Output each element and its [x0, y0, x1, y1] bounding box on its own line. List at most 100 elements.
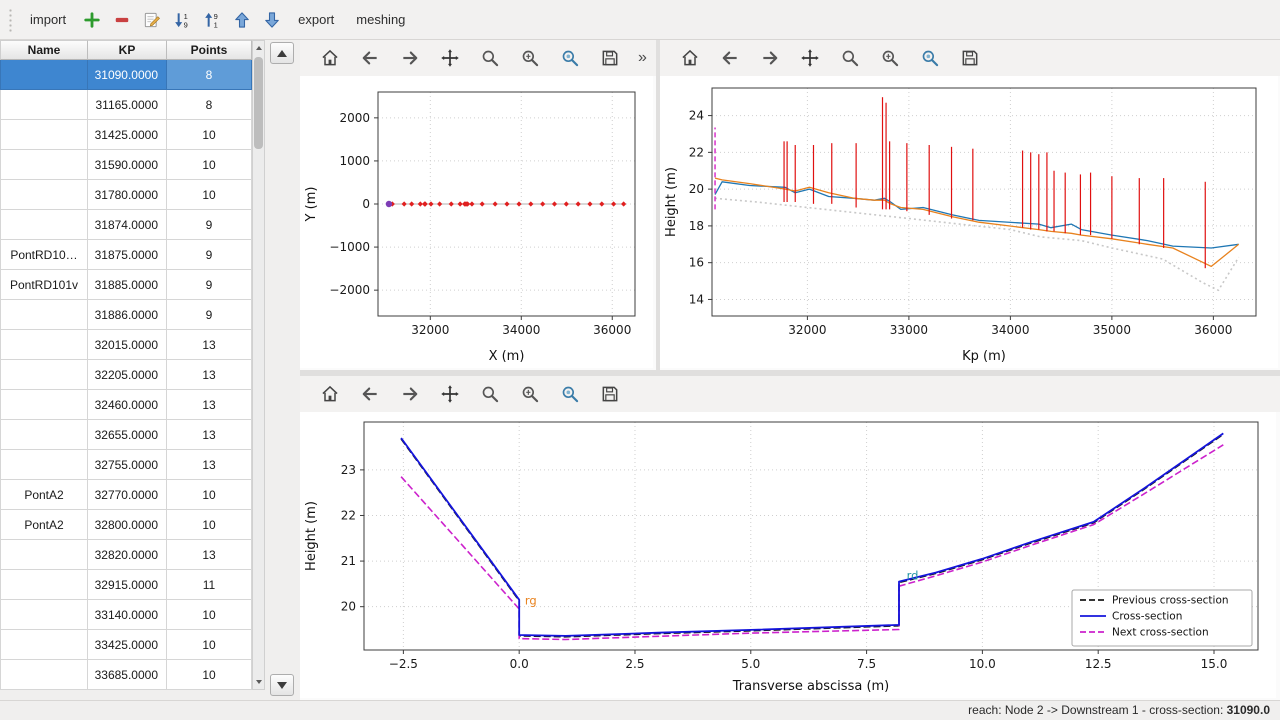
cell-name[interactable]	[0, 570, 88, 600]
table-row[interactable]: 31090.00008	[0, 60, 252, 90]
cell-name[interactable]	[0, 630, 88, 660]
menu-import[interactable]: import	[20, 7, 76, 32]
cell-name[interactable]	[0, 360, 88, 390]
cell-name[interactable]	[0, 120, 88, 150]
table-row[interactable]: 31886.00009	[0, 300, 252, 330]
cell-kp[interactable]: 31885.0000	[88, 270, 167, 300]
toolbar-overflow-button[interactable]: »	[636, 49, 649, 67]
cell-kp[interactable]: 31780.0000	[88, 180, 167, 210]
move-up-button[interactable]	[228, 6, 256, 34]
table-row[interactable]: 33425.000010	[0, 630, 252, 660]
table-row[interactable]: 33685.000010	[0, 660, 252, 690]
pan-button[interactable]	[796, 44, 824, 72]
cell-kp[interactable]: 32755.0000	[88, 450, 167, 480]
cell-kp[interactable]: 32820.0000	[88, 540, 167, 570]
save-button[interactable]	[956, 44, 984, 72]
cell-name[interactable]	[0, 90, 88, 120]
move-up-button[interactable]	[270, 42, 294, 64]
cell-points[interactable]: 13	[167, 420, 252, 450]
back-button[interactable]	[716, 44, 744, 72]
forward-button[interactable]	[396, 380, 424, 408]
cell-name[interactable]	[0, 180, 88, 210]
table-row[interactable]: 31874.00009	[0, 210, 252, 240]
table-row[interactable]: 32820.000013	[0, 540, 252, 570]
cell-points[interactable]: 13	[167, 390, 252, 420]
menu-export[interactable]: export	[288, 7, 344, 32]
table-row[interactable]: 31165.00008	[0, 90, 252, 120]
cell-points[interactable]: 13	[167, 450, 252, 480]
table-row[interactable]: 32915.000011	[0, 570, 252, 600]
cell-points[interactable]: 9	[167, 240, 252, 270]
cell-kp[interactable]: 31425.0000	[88, 120, 167, 150]
cell-kp[interactable]: 31874.0000	[88, 210, 167, 240]
zoom-button[interactable]	[476, 44, 504, 72]
cell-kp[interactable]: 32460.0000	[88, 390, 167, 420]
cell-points[interactable]: 10	[167, 630, 252, 660]
cell-name[interactable]	[0, 300, 88, 330]
cell-kp[interactable]: 33685.0000	[88, 660, 167, 690]
table-row[interactable]: 32460.000013	[0, 390, 252, 420]
cell-kp[interactable]: 33425.0000	[88, 630, 167, 660]
column-header-kp[interactable]: KP	[88, 40, 167, 60]
cell-kp[interactable]: 31090.0000	[88, 60, 167, 90]
menu-meshing[interactable]: meshing	[346, 7, 415, 32]
cell-points[interactable]: 9	[167, 270, 252, 300]
scrollbar-down-arrow-icon[interactable]	[253, 676, 264, 688]
customize-button[interactable]	[556, 44, 584, 72]
back-button[interactable]	[356, 44, 384, 72]
move-down-button[interactable]	[258, 6, 286, 34]
cell-points[interactable]: 11	[167, 570, 252, 600]
cell-kp[interactable]: 31590.0000	[88, 150, 167, 180]
cell-kp[interactable]: 32770.0000	[88, 480, 167, 510]
table-row[interactable]: 33140.000010	[0, 600, 252, 630]
subplots-button[interactable]	[516, 44, 544, 72]
scrollbar-thumb[interactable]	[254, 57, 263, 149]
cell-points[interactable]: 9	[167, 300, 252, 330]
cell-points[interactable]: 10	[167, 510, 252, 540]
zoom-button[interactable]	[476, 380, 504, 408]
customize-button[interactable]	[916, 44, 944, 72]
table-row[interactable]: 32755.000013	[0, 450, 252, 480]
cell-points[interactable]: 13	[167, 540, 252, 570]
cell-kp[interactable]: 32205.0000	[88, 360, 167, 390]
cell-name[interactable]: PontA2	[0, 510, 88, 540]
table-row[interactable]: 31425.000010	[0, 120, 252, 150]
cell-points[interactable]: 8	[167, 90, 252, 120]
table-scrollbar[interactable]	[252, 40, 265, 690]
subplots-button[interactable]	[876, 44, 904, 72]
customize-button[interactable]	[556, 380, 584, 408]
back-button[interactable]	[356, 380, 384, 408]
cell-kp[interactable]: 31875.0000	[88, 240, 167, 270]
cell-kp[interactable]: 32915.0000	[88, 570, 167, 600]
column-header-name[interactable]: Name	[0, 40, 88, 60]
home-button[interactable]	[316, 44, 344, 72]
sort-descending-button[interactable]	[168, 6, 196, 34]
home-button[interactable]	[316, 380, 344, 408]
save-button[interactable]	[596, 44, 624, 72]
zoom-button[interactable]	[836, 44, 864, 72]
cell-name[interactable]: PontA2	[0, 480, 88, 510]
cell-points[interactable]: 10	[167, 120, 252, 150]
cross-section-chart[interactable]: −2.50.02.55.07.510.012.515.020212223Tran…	[300, 412, 1276, 698]
cell-name[interactable]	[0, 330, 88, 360]
table-row[interactable]: PontRD101v31885.00009	[0, 270, 252, 300]
save-button[interactable]	[596, 380, 624, 408]
cell-name[interactable]	[0, 450, 88, 480]
subplots-button[interactable]	[516, 380, 544, 408]
table-row[interactable]: PontRD10…31875.00009	[0, 240, 252, 270]
cell-kp[interactable]: 32015.0000	[88, 330, 167, 360]
sort-ascending-button[interactable]	[198, 6, 226, 34]
pan-button[interactable]	[436, 380, 464, 408]
table-row[interactable]: 32205.000013	[0, 360, 252, 390]
remove-button[interactable]	[108, 6, 136, 34]
plan-view-chart[interactable]: 320003400036000−2000−1000010002000X (m)Y…	[300, 76, 653, 368]
cell-points[interactable]: 8	[167, 60, 252, 90]
cell-points[interactable]: 10	[167, 180, 252, 210]
cell-points[interactable]: 10	[167, 600, 252, 630]
table-row[interactable]: PontA232770.000010	[0, 480, 252, 510]
cell-points[interactable]: 10	[167, 480, 252, 510]
pan-button[interactable]	[436, 44, 464, 72]
cell-kp[interactable]: 31886.0000	[88, 300, 167, 330]
cell-kp[interactable]: 32655.0000	[88, 420, 167, 450]
table-row[interactable]: PontA232800.000010	[0, 510, 252, 540]
